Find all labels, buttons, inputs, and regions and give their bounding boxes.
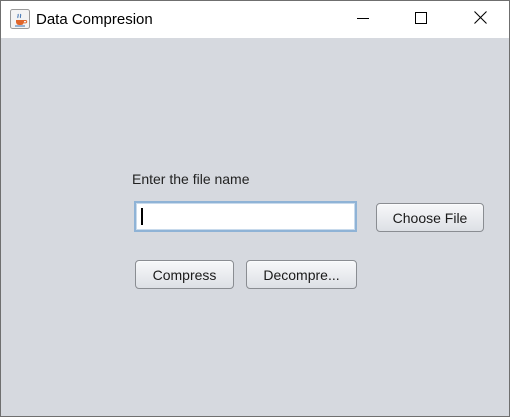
filename-label: Enter the file name bbox=[132, 171, 250, 187]
minimize-icon bbox=[357, 11, 369, 29]
maximize-icon bbox=[415, 11, 427, 29]
app-window: Data Compresion Enter the file name Choo… bbox=[0, 0, 510, 417]
content-panel: Enter the file name Choose File Compress… bbox=[1, 38, 509, 416]
title-bar[interactable]: Data Compresion bbox=[1, 1, 509, 38]
close-button[interactable] bbox=[457, 1, 503, 38]
window-title: Data Compresion bbox=[36, 11, 153, 28]
close-icon bbox=[473, 10, 487, 29]
minimize-button[interactable] bbox=[340, 1, 386, 38]
maximize-button[interactable] bbox=[398, 1, 444, 38]
text-caret bbox=[141, 208, 143, 225]
compress-button[interactable]: Compress bbox=[135, 260, 234, 289]
decompress-button[interactable]: Decompre... bbox=[246, 260, 357, 289]
java-coffee-cup-icon bbox=[10, 9, 30, 29]
filename-input[interactable] bbox=[134, 201, 357, 232]
choose-file-button[interactable]: Choose File bbox=[376, 203, 484, 232]
